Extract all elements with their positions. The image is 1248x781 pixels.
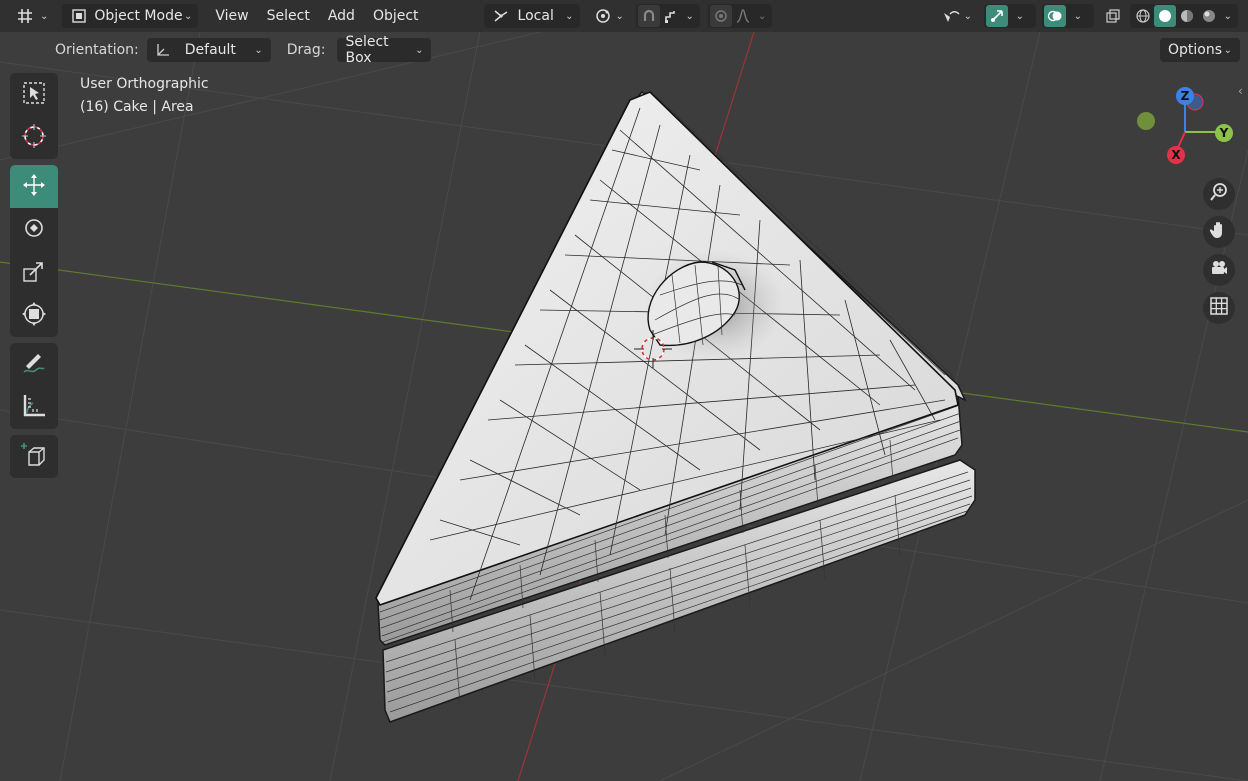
orientation-dropdown[interactable]: Default ⌄ (146, 38, 271, 62)
chevron-down-icon: ⌄ (615, 10, 624, 22)
chevron-down-icon: ⌄ (254, 44, 263, 56)
transform-orientation-dropdown[interactable]: Local ⌄ (483, 4, 580, 28)
mode-label: Object Mode (94, 8, 183, 24)
chevron-down-icon: ⌄ (415, 44, 424, 56)
select-box-icon (21, 80, 47, 110)
annotate-tool[interactable] (10, 343, 58, 386)
options-dropdown[interactable]: Options ⌄ (1160, 38, 1240, 62)
overlays-icon (1043, 5, 1066, 27)
gizmo-icon (985, 5, 1008, 27)
add-tool-group (10, 435, 58, 478)
pivot-point-icon (594, 5, 612, 27)
chevron-down-icon: ⌄ (565, 10, 574, 22)
grid-editor-icon (14, 5, 36, 27)
annotate-tool-group (10, 343, 58, 429)
y-axis-button[interactable]: Y (1215, 124, 1233, 142)
drag-value: Select Box (345, 34, 389, 66)
transform-icon (21, 301, 47, 331)
proportional-edit-icon[interactable] (709, 5, 732, 27)
viewport-canvas (0, 32, 1248, 781)
hand-icon (1209, 220, 1229, 244)
menu-add[interactable]: Add (319, 0, 364, 32)
snapping-group: ⌄ (635, 4, 700, 28)
cursor-icon (21, 123, 47, 153)
solid-shading-icon[interactable] (1153, 5, 1176, 27)
chevron-down-icon: ⌄ (184, 10, 193, 22)
viewport-header: ⌄ Object Mode ⌄ View Select Add Object L… (0, 0, 1248, 32)
camera-icon (1209, 258, 1229, 282)
menu-view[interactable]: View (206, 0, 257, 32)
add-cube-tool[interactable] (10, 435, 58, 478)
chevron-down-icon: ⌄ (40, 10, 49, 22)
scale-tool[interactable] (10, 251, 58, 294)
x-axis-button[interactable]: X (1167, 146, 1185, 164)
measure-tool[interactable] (10, 386, 58, 429)
grid-icon (1209, 296, 1229, 320)
menu-object[interactable]: Object (364, 0, 428, 32)
zoom-icon (1209, 182, 1229, 206)
cursor-eye-icon (942, 5, 960, 27)
add-cube-icon (20, 441, 48, 473)
move-icon (21, 172, 47, 202)
select-tool-group (10, 73, 58, 159)
pan-button[interactable] (1203, 216, 1235, 248)
orientation-value: Default (184, 42, 236, 58)
move-tool[interactable] (10, 165, 58, 208)
orientation-label: Orientation: (55, 42, 139, 58)
perspective-toggle-button[interactable] (1203, 292, 1235, 324)
cake-mesh (375, 90, 976, 723)
select-box-tool[interactable] (10, 73, 58, 116)
rotate-tool[interactable] (10, 208, 58, 251)
tool-shelf (10, 73, 58, 484)
falloff-curve-icon[interactable] (732, 5, 754, 27)
shading-mode-group: ⌄ (1129, 4, 1238, 28)
rotate-icon (21, 215, 47, 245)
3d-viewport[interactable]: User Orthographic (16) Cake | Area Z Y X (0, 32, 1248, 781)
gizmo-toggle[interactable]: ⌄ (983, 4, 1036, 28)
camera-view-button[interactable] (1203, 254, 1235, 286)
menu-select[interactable]: Select (258, 0, 319, 32)
transform-orientation-label: Local (517, 8, 554, 24)
chevron-down-icon: ⌄ (1073, 10, 1082, 22)
chevron-down-icon: ⌄ (1015, 10, 1024, 22)
sidebar-toggle[interactable]: ‹ (1238, 84, 1243, 98)
drag-label: Drag: (286, 42, 326, 58)
view-name: User Orthographic (80, 76, 209, 92)
navigation-gizmo[interactable]: Z Y X (1130, 84, 1240, 174)
chevron-down-icon: ⌄ (1223, 44, 1232, 56)
chevron-down-icon[interactable]: ⌄ (1224, 11, 1232, 22)
measure-icon (21, 393, 47, 423)
chevron-down-icon[interactable]: ⌄ (686, 11, 694, 22)
editor-type-button[interactable]: ⌄ (8, 4, 54, 28)
annotate-icon (21, 350, 47, 380)
selectability-visibility-dropdown[interactable]: ⌄ (936, 4, 978, 28)
chevron-down-icon[interactable]: ⌄ (758, 11, 766, 22)
orientation-gizmo-icon (155, 42, 171, 58)
pivot-point-dropdown[interactable]: ⌄ (588, 4, 628, 28)
rendered-shading-icon[interactable] (1198, 5, 1220, 27)
object-info: (16) Cake | Area (80, 99, 194, 115)
transform-tool[interactable] (10, 294, 58, 337)
zoom-button[interactable] (1203, 178, 1235, 210)
drag-dropdown[interactable]: Select Box ⌄ (337, 34, 432, 66)
tool-settings-bar: Orientation: Default ⌄ Drag: Select Box … (0, 34, 1248, 66)
options-label: Options (1168, 42, 1223, 58)
wireframe-shading-icon[interactable] (1132, 5, 1154, 27)
mode-selector[interactable]: Object Mode ⌄ (62, 4, 199, 28)
chevron-left-icon: ‹ (1238, 84, 1243, 98)
chevron-down-icon: ⌄ (963, 10, 972, 22)
snap-increment-icon[interactable] (660, 5, 682, 27)
material-preview-icon[interactable] (1176, 5, 1198, 27)
overlays-toggle[interactable]: ⌄ (1041, 4, 1094, 28)
orientation-axes-icon (490, 5, 512, 27)
object-mode-icon (68, 5, 90, 27)
transform-tool-group (10, 165, 58, 337)
z-axis-button[interactable]: Z (1176, 87, 1194, 105)
cursor-tool[interactable] (10, 116, 58, 159)
xray-toggle-icon[interactable] (1102, 5, 1124, 27)
proportional-editing-group: ⌄ (707, 4, 773, 28)
snap-magnet-icon[interactable] (637, 5, 660, 27)
scale-icon (21, 258, 47, 288)
